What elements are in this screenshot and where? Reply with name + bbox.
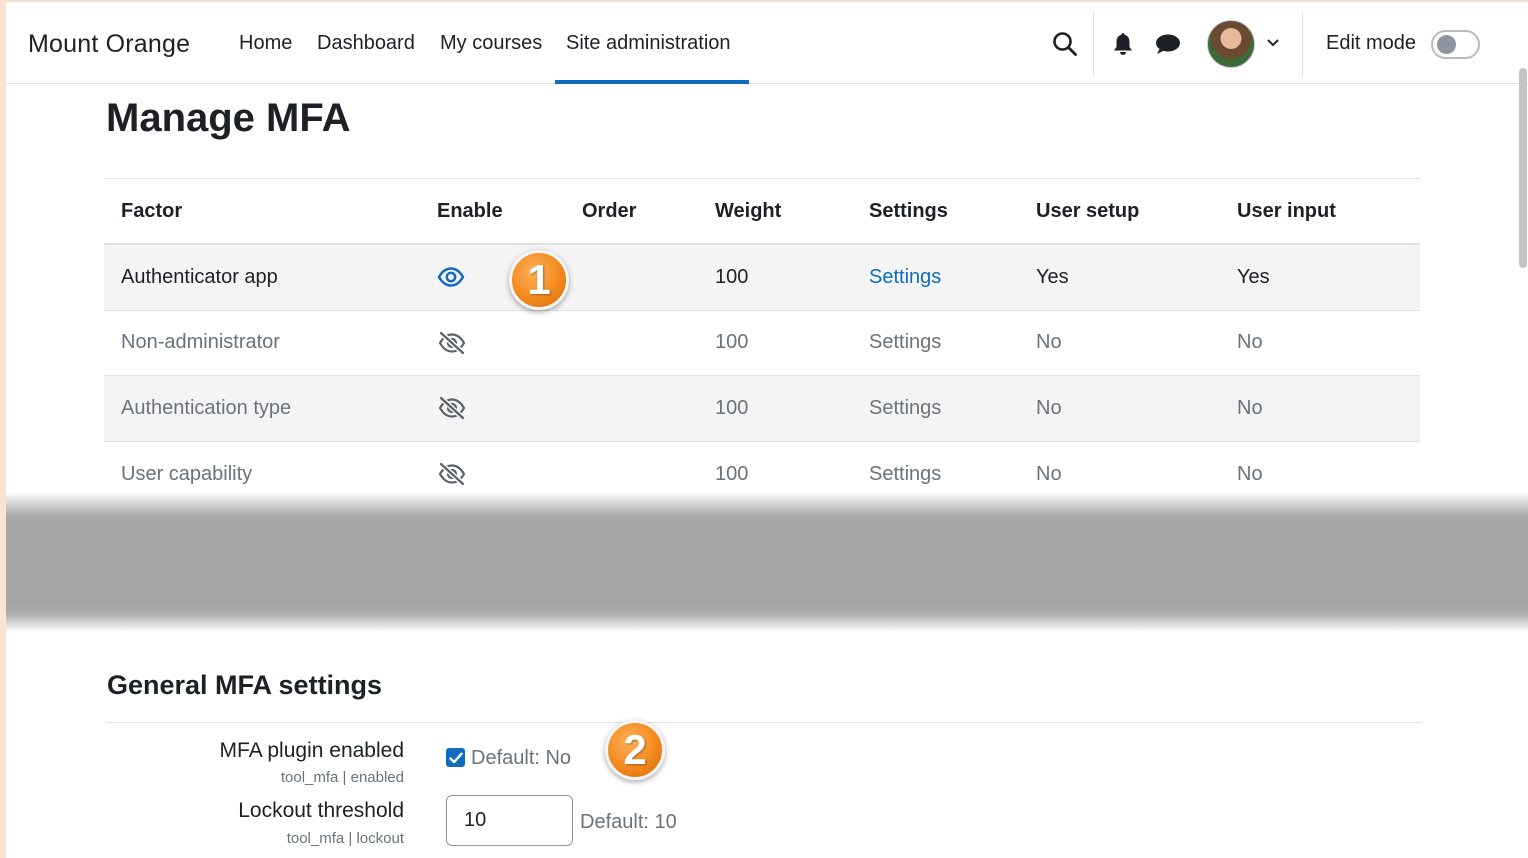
setting-label-lockout: Lockout threshold <box>238 799 404 822</box>
factor-user-setup: Yes <box>1036 265 1069 288</box>
factor-user-input: No <box>1237 396 1263 419</box>
column-header-factor: Factor <box>121 199 183 222</box>
navbar-divider <box>1093 12 1094 76</box>
eye-slash-icon[interactable] <box>437 311 467 376</box>
factor-user-input: No <box>1237 331 1263 354</box>
chat-icon[interactable] <box>1155 33 1181 55</box>
eye-slash-icon[interactable] <box>437 376 467 441</box>
avatar[interactable] <box>1207 20 1255 68</box>
chevron-down-icon[interactable] <box>1266 38 1280 48</box>
factor-weight: 100 <box>715 331 749 354</box>
navbar-divider <box>1302 12 1303 76</box>
active-nav-indicator <box>555 80 749 84</box>
column-header-weight: Weight <box>715 199 782 222</box>
factor-settings-text: Settings <box>869 331 942 354</box>
factor-user-setup: No <box>1036 331 1062 354</box>
column-header-user-setup: User setup <box>1036 199 1140 222</box>
mfa-enabled-checkbox[interactable] <box>446 748 465 767</box>
factor-settings-text: Settings <box>869 396 942 419</box>
edit-mode-label: Edit mode <box>1326 32 1417 54</box>
eye-icon[interactable] <box>437 245 465 310</box>
mfa-factors-table: Factor Enable Order Weight Settings User… <box>104 178 1420 507</box>
column-header-settings: Settings <box>869 199 948 222</box>
factor-user-setup: No <box>1036 396 1062 419</box>
nav-site-administration[interactable]: Site administration <box>566 32 731 55</box>
section-title: General MFA settings <box>107 670 383 700</box>
factor-name: Authenticator app <box>121 265 278 288</box>
factor-name: Non-administrator <box>121 331 280 354</box>
bell-icon[interactable] <box>1112 32 1134 56</box>
table-row: Authenticator app 100 Settings Yes Yes <box>104 245 1420 311</box>
factor-user-input: Yes <box>1237 265 1270 288</box>
setting-key-lockout: tool_mfa | lockout <box>286 830 404 847</box>
site-brand[interactable]: Mount Orange <box>28 30 190 59</box>
table-row: Non-administrator 100 Settings No No <box>104 311 1420 376</box>
factor-weight: 100 <box>715 265 749 288</box>
search-icon[interactable] <box>1052 31 1078 57</box>
column-header-user-input: User input <box>1237 199 1336 222</box>
checkmark-icon <box>448 752 463 763</box>
callout-marker: 1 <box>509 250 569 310</box>
obscured-region <box>6 492 1528 632</box>
section-divider <box>106 722 1422 723</box>
setting-key-plugin-enabled: tool_mfa | enabled <box>280 769 404 786</box>
nav-dashboard[interactable]: Dashboard <box>317 32 415 55</box>
lockout-threshold-input[interactable]: 10 <box>446 795 573 846</box>
default-value-lockout: Default: 10 <box>580 811 677 833</box>
scrollbar[interactable] <box>1519 68 1527 268</box>
nav-my-courses[interactable]: My courses <box>440 32 542 55</box>
factor-name: Authentication type <box>121 396 292 419</box>
column-header-enable: Enable <box>437 199 503 222</box>
edit-mode-toggle[interactable] <box>1431 30 1480 59</box>
default-value-plugin-enabled: Default: No <box>471 747 572 769</box>
factor-settings-link[interactable]: Settings <box>869 245 941 310</box>
table-row: Authentication type 100 Settings No No <box>104 376 1420 442</box>
top-navbar: Mount Orange Home Dashboard My courses S… <box>6 0 1528 84</box>
factor-weight: 100 <box>715 396 749 419</box>
setting-label-plugin-enabled: MFA plugin enabled <box>219 739 404 762</box>
toggle-knob <box>1437 35 1456 54</box>
callout-marker: 2 <box>605 720 665 780</box>
column-header-order: Order <box>582 199 637 222</box>
nav-home[interactable]: Home <box>239 32 292 55</box>
page-title: Manage MFA <box>106 96 351 140</box>
table-header-row: Factor Enable Order Weight Settings User… <box>104 179 1420 245</box>
